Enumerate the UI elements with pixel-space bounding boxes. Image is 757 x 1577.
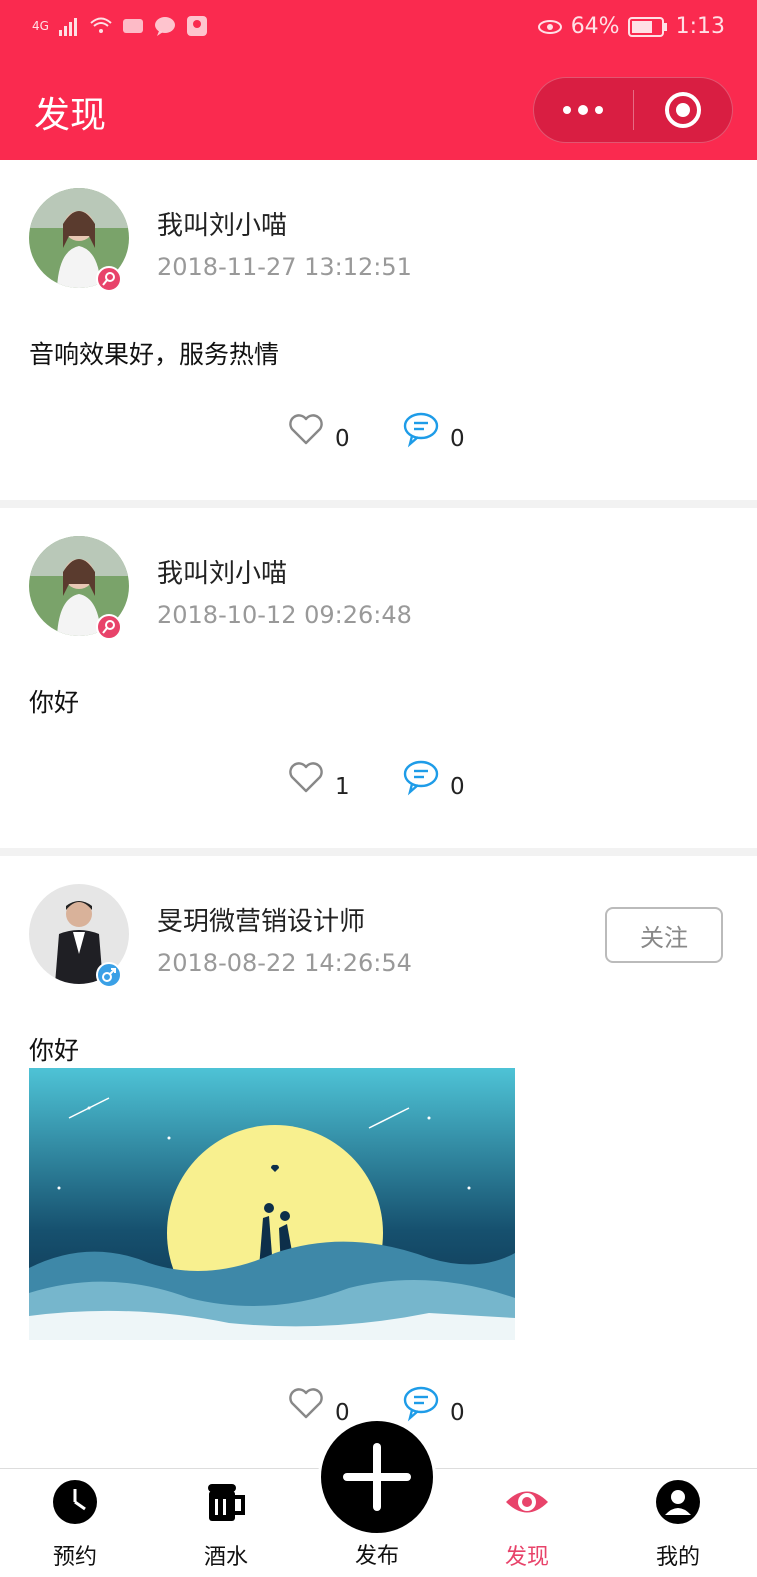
user-icon xyxy=(656,1480,700,1524)
comment-count: 0 xyxy=(450,774,465,800)
comment-icon[interactable] xyxy=(402,1384,440,1422)
post-image[interactable] xyxy=(29,1068,515,1340)
tab-mine[interactable]: 我的 xyxy=(618,1469,738,1577)
battery-icon xyxy=(627,16,667,37)
post-time: 2018-11-27 13:12:51 xyxy=(157,253,412,281)
post-content: 你好 xyxy=(29,688,80,717)
clock-icon xyxy=(53,1480,97,1524)
tab-label: 发现 xyxy=(504,1545,549,1570)
post-actions: 1 0 xyxy=(287,758,487,808)
male-gender-icon xyxy=(96,962,122,988)
plus-icon xyxy=(343,1443,411,1511)
close-button[interactable] xyxy=(633,77,732,143)
more-button[interactable] xyxy=(534,77,633,143)
page-title: 发现 xyxy=(34,95,107,136)
post-content: 你好 xyxy=(29,1036,80,1065)
comment-icon[interactable] xyxy=(402,758,440,796)
username[interactable]: 旻玥微营销设计师 xyxy=(157,901,365,938)
follow-button[interactable]: 关注 xyxy=(605,907,723,963)
tab-label: 酒水 xyxy=(203,1545,248,1570)
comment-count: 0 xyxy=(450,1400,465,1426)
publish-label: 发布 xyxy=(354,1544,399,1569)
like-count: 0 xyxy=(335,426,350,452)
post-actions: 0 0 xyxy=(287,410,487,460)
tab-drinks[interactable]: 酒水 xyxy=(166,1469,286,1577)
tab-label: 我的 xyxy=(655,1545,700,1570)
username[interactable]: 我叫刘小喵 xyxy=(157,205,287,242)
post-time: 2018-08-22 14:26:54 xyxy=(157,949,412,977)
female-gender-icon xyxy=(96,614,122,640)
beer-icon xyxy=(208,1484,245,1521)
wifi-icon xyxy=(90,17,112,33)
status-bar: 4G 64% 1:13 xyxy=(0,0,757,60)
heart-icon[interactable] xyxy=(287,1384,325,1422)
battery-percent: 64% xyxy=(570,14,620,39)
heart-icon[interactable] xyxy=(287,758,325,796)
message-icon xyxy=(154,17,175,36)
post-card: 旻玥微营销设计师 2018-08-22 14:26:54 关注 你好 0 0 xyxy=(0,856,757,1476)
tab-label: 预约 xyxy=(52,1545,97,1570)
app-notification-icon xyxy=(186,16,207,36)
tab-discover[interactable]: 发现 xyxy=(467,1469,587,1577)
target-close-icon xyxy=(664,92,701,128)
tab-booking[interactable]: 预约 xyxy=(15,1469,135,1577)
comment-icon[interactable] xyxy=(402,410,440,448)
publish-button[interactable] xyxy=(318,1418,436,1536)
app-header: 4G 64% 1:13 发现 xyxy=(0,0,757,160)
post-card: 我叫刘小喵 2018-10-12 09:26:48 你好 1 0 xyxy=(0,508,757,848)
camera-app-icon xyxy=(122,19,143,33)
network-label: 4G xyxy=(32,19,49,33)
eye-icon xyxy=(506,1491,548,1513)
signal-icon xyxy=(58,18,77,36)
comment-count: 0 xyxy=(450,426,465,452)
heart-icon[interactable] xyxy=(287,410,325,448)
post-time: 2018-10-12 09:26:48 xyxy=(157,601,412,629)
female-gender-icon xyxy=(96,266,122,292)
post-card: 我叫刘小喵 2018-11-27 13:12:51 音响效果好，服务热情 0 0 xyxy=(0,160,757,500)
username[interactable]: 我叫刘小喵 xyxy=(157,553,287,590)
mini-program-capsule xyxy=(533,77,733,143)
clock-time: 1:13 xyxy=(675,14,725,39)
more-dots-icon xyxy=(563,105,604,115)
post-content: 音响效果好，服务热情 xyxy=(29,340,280,369)
eye-comfort-icon xyxy=(537,19,562,34)
like-count: 1 xyxy=(335,774,350,800)
